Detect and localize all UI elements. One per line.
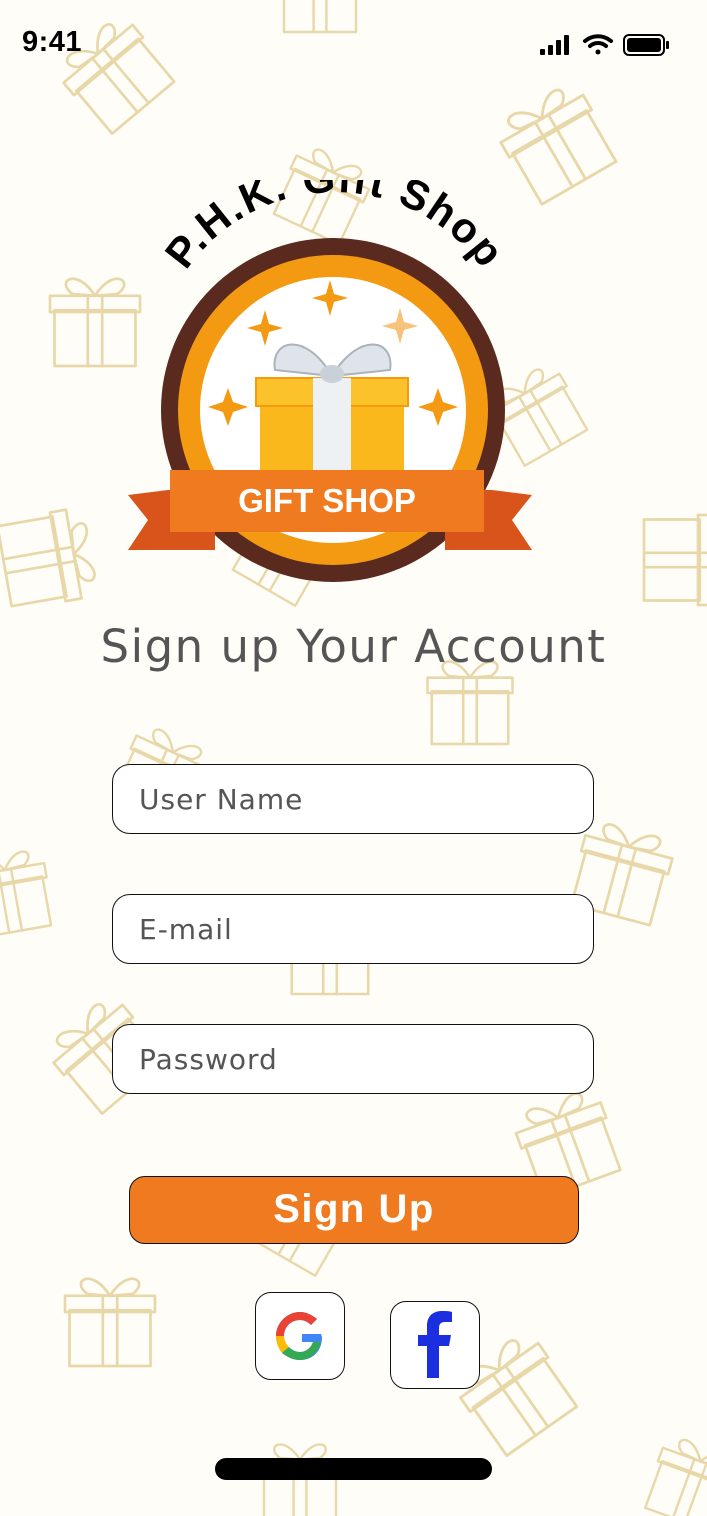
home-indicator: [215, 1458, 492, 1480]
username-field[interactable]: [112, 764, 594, 834]
battery-icon: [623, 34, 669, 56]
status-icons: [540, 34, 669, 56]
wifi-icon: [583, 34, 613, 55]
password-input[interactable]: [139, 1025, 569, 1093]
status-time: 9:41: [22, 26, 83, 58]
signal-icon: [540, 35, 569, 55]
facebook-icon: [418, 1311, 452, 1378]
shop-logo: GIFT SHOP P.H.K. Gift Shop: [128, 180, 532, 582]
sign-up-button[interactable]: Sign Up: [129, 1176, 579, 1244]
facebook-signin-button[interactable]: [390, 1301, 480, 1389]
email-input[interactable]: [139, 895, 569, 963]
username-input[interactable]: [139, 765, 569, 833]
google-signin-button[interactable]: [255, 1292, 345, 1380]
google-icon: [276, 1312, 322, 1360]
password-field[interactable]: [112, 1024, 594, 1094]
email-field[interactable]: [112, 894, 594, 964]
page-title: Sign up Your Account: [100, 620, 607, 673]
logo-banner-text: GIFT SHOP: [238, 482, 416, 519]
status-bar: 9:41: [0, 0, 707, 90]
